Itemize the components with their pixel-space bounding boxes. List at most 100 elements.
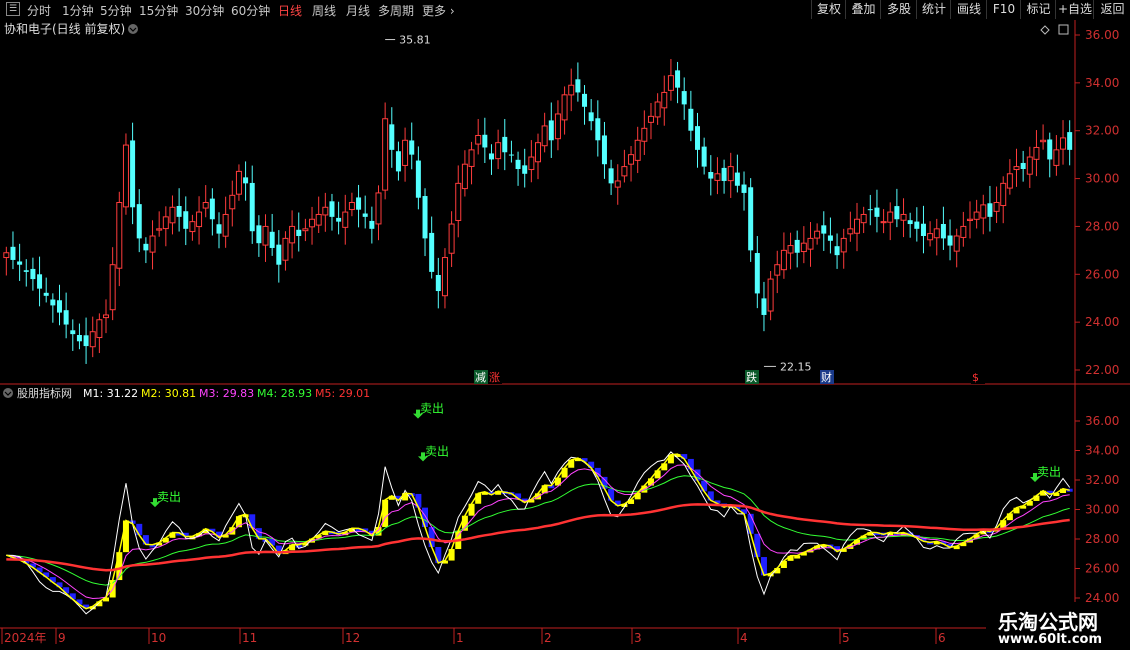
menu-icon[interactable]: ☰ xyxy=(6,2,20,16)
toolbar-item-7[interactable]: 周线 xyxy=(312,2,336,19)
candle-body xyxy=(807,237,814,250)
m2-step xyxy=(760,557,767,576)
m2-step xyxy=(608,488,615,501)
ind-dropdown-icon[interactable] xyxy=(3,388,13,398)
candle-body xyxy=(455,182,462,221)
event-marker[interactable]: 跌 xyxy=(746,370,757,384)
toolbar-right-3[interactable]: 统计 xyxy=(916,0,951,19)
candle-body xyxy=(243,177,249,184)
toolbar-item-1[interactable]: 1分钟 xyxy=(62,2,94,19)
candle-body xyxy=(389,124,395,150)
candle-body xyxy=(940,223,946,239)
toolbar-item-2[interactable]: 5分钟 xyxy=(100,2,132,19)
toolbar-right-2[interactable]: 多股 xyxy=(880,0,917,19)
toolbar-item-6[interactable]: 日线 xyxy=(278,2,302,19)
candle-body xyxy=(63,310,69,325)
candle-body xyxy=(149,235,156,253)
y-tick-label: 36.00 xyxy=(1085,28,1119,42)
candle-body xyxy=(508,154,514,156)
toolbar-right-6[interactable]: 标记 xyxy=(1020,0,1056,19)
dropdown-icon[interactable] xyxy=(128,24,138,34)
x-tick-label: 6 xyxy=(938,631,946,645)
candle-body xyxy=(468,149,475,167)
toolbar-right-5[interactable]: F10 xyxy=(986,0,1021,19)
candle-body xyxy=(754,253,760,294)
candle-body xyxy=(441,257,448,297)
candle-body xyxy=(322,206,329,216)
indicator-value: M1: 31.22 xyxy=(83,387,138,400)
candle-body xyxy=(43,292,49,296)
candle-body xyxy=(595,118,601,141)
ind-y-tick-label: 36.00 xyxy=(1085,414,1119,428)
toolbar-item-4[interactable]: 30分钟 xyxy=(185,2,224,19)
candle-body xyxy=(282,237,289,261)
candle-body xyxy=(162,216,169,230)
toolbar-item-0[interactable]: 分时 xyxy=(27,2,51,19)
toolbar-right-4[interactable]: 画线 xyxy=(950,0,987,19)
candle-body xyxy=(634,139,641,161)
toolbar-item-5[interactable]: 60分钟 xyxy=(231,2,270,19)
candle-body xyxy=(628,154,635,165)
candle-body xyxy=(435,274,441,292)
m2-step xyxy=(448,549,455,561)
x-tick-label: 2 xyxy=(544,631,552,645)
x-tick-label: 5 xyxy=(842,631,850,645)
sell-signal-label: 卖出 xyxy=(420,402,444,416)
indicator-title: 股朋指标网 xyxy=(17,386,72,400)
candle-body xyxy=(1026,156,1033,175)
candle-body xyxy=(667,75,674,91)
candle-body xyxy=(960,225,967,238)
toolbar-right-0[interactable]: 复权 xyxy=(811,0,846,19)
candle-body xyxy=(647,115,654,123)
x-tick-label: 12 xyxy=(345,631,360,645)
event-marker[interactable]: $ xyxy=(972,371,979,384)
ind-y-tick-label: 26.00 xyxy=(1085,562,1119,576)
x-tick-label: 2024年 xyxy=(4,631,47,645)
toolbar-item-10[interactable]: 更多 › xyxy=(422,2,455,19)
toolbar-item-8[interactable]: 月线 xyxy=(346,2,370,19)
candle-body xyxy=(741,184,747,193)
candle-body xyxy=(229,194,236,210)
candle-body xyxy=(296,229,302,236)
candle-body xyxy=(993,202,1000,212)
candle-body xyxy=(1020,162,1026,169)
watermark-url: www.60lt.com xyxy=(998,632,1103,647)
event-marker[interactable]: 涨 xyxy=(489,371,500,384)
candle-body xyxy=(309,218,316,228)
candle-body xyxy=(103,314,110,319)
event-marker[interactable]: 减 xyxy=(475,371,486,384)
x-tick-label: 3 xyxy=(634,631,642,645)
x-tick-label: 4 xyxy=(740,631,748,645)
event-marker[interactable]: 财 xyxy=(821,370,832,384)
m2-step xyxy=(561,467,568,478)
toolbar-right-7[interactable]: +自选 xyxy=(1055,0,1094,19)
candle-body xyxy=(814,230,821,239)
candle-body xyxy=(661,91,668,109)
period-toolbar: 分时 1分钟 5分钟 15分钟 30分钟 60分钟 日线 周线 月线 多周期 更多 › 复权 叠加 多股统… xyxy=(0,0,1130,21)
candle-body xyxy=(880,221,887,224)
y-tick-label: 30.00 xyxy=(1085,172,1119,186)
toolbar-item-3[interactable]: 15分钟 xyxy=(139,2,178,19)
candle-body xyxy=(488,153,494,160)
candle-body xyxy=(342,211,349,228)
candle-body xyxy=(847,228,854,235)
candle-body xyxy=(89,331,96,348)
candle-body xyxy=(402,139,409,166)
candle-body xyxy=(122,144,129,208)
candle-body xyxy=(767,278,774,312)
toolbar-right-1[interactable]: 叠加 xyxy=(845,0,881,19)
watermark: 乐淘公式网 www.60lt.com xyxy=(986,602,1130,650)
toolbar-item-9[interactable]: 多周期 xyxy=(378,2,414,19)
candle-body xyxy=(249,182,255,232)
y-tick-label: 32.00 xyxy=(1085,124,1119,138)
candle-body xyxy=(840,237,847,253)
toolbar-right-8[interactable]: 返回 xyxy=(1093,0,1130,19)
ind-y-tick-label: 30.00 xyxy=(1085,503,1119,517)
candle-body xyxy=(415,160,421,198)
candle-body xyxy=(947,235,953,246)
candle-body xyxy=(894,206,900,220)
indicator-value: M5: 29.01 xyxy=(315,387,370,400)
candle-body xyxy=(1047,139,1053,160)
candle-body xyxy=(1006,173,1013,189)
candle-body xyxy=(874,207,880,217)
